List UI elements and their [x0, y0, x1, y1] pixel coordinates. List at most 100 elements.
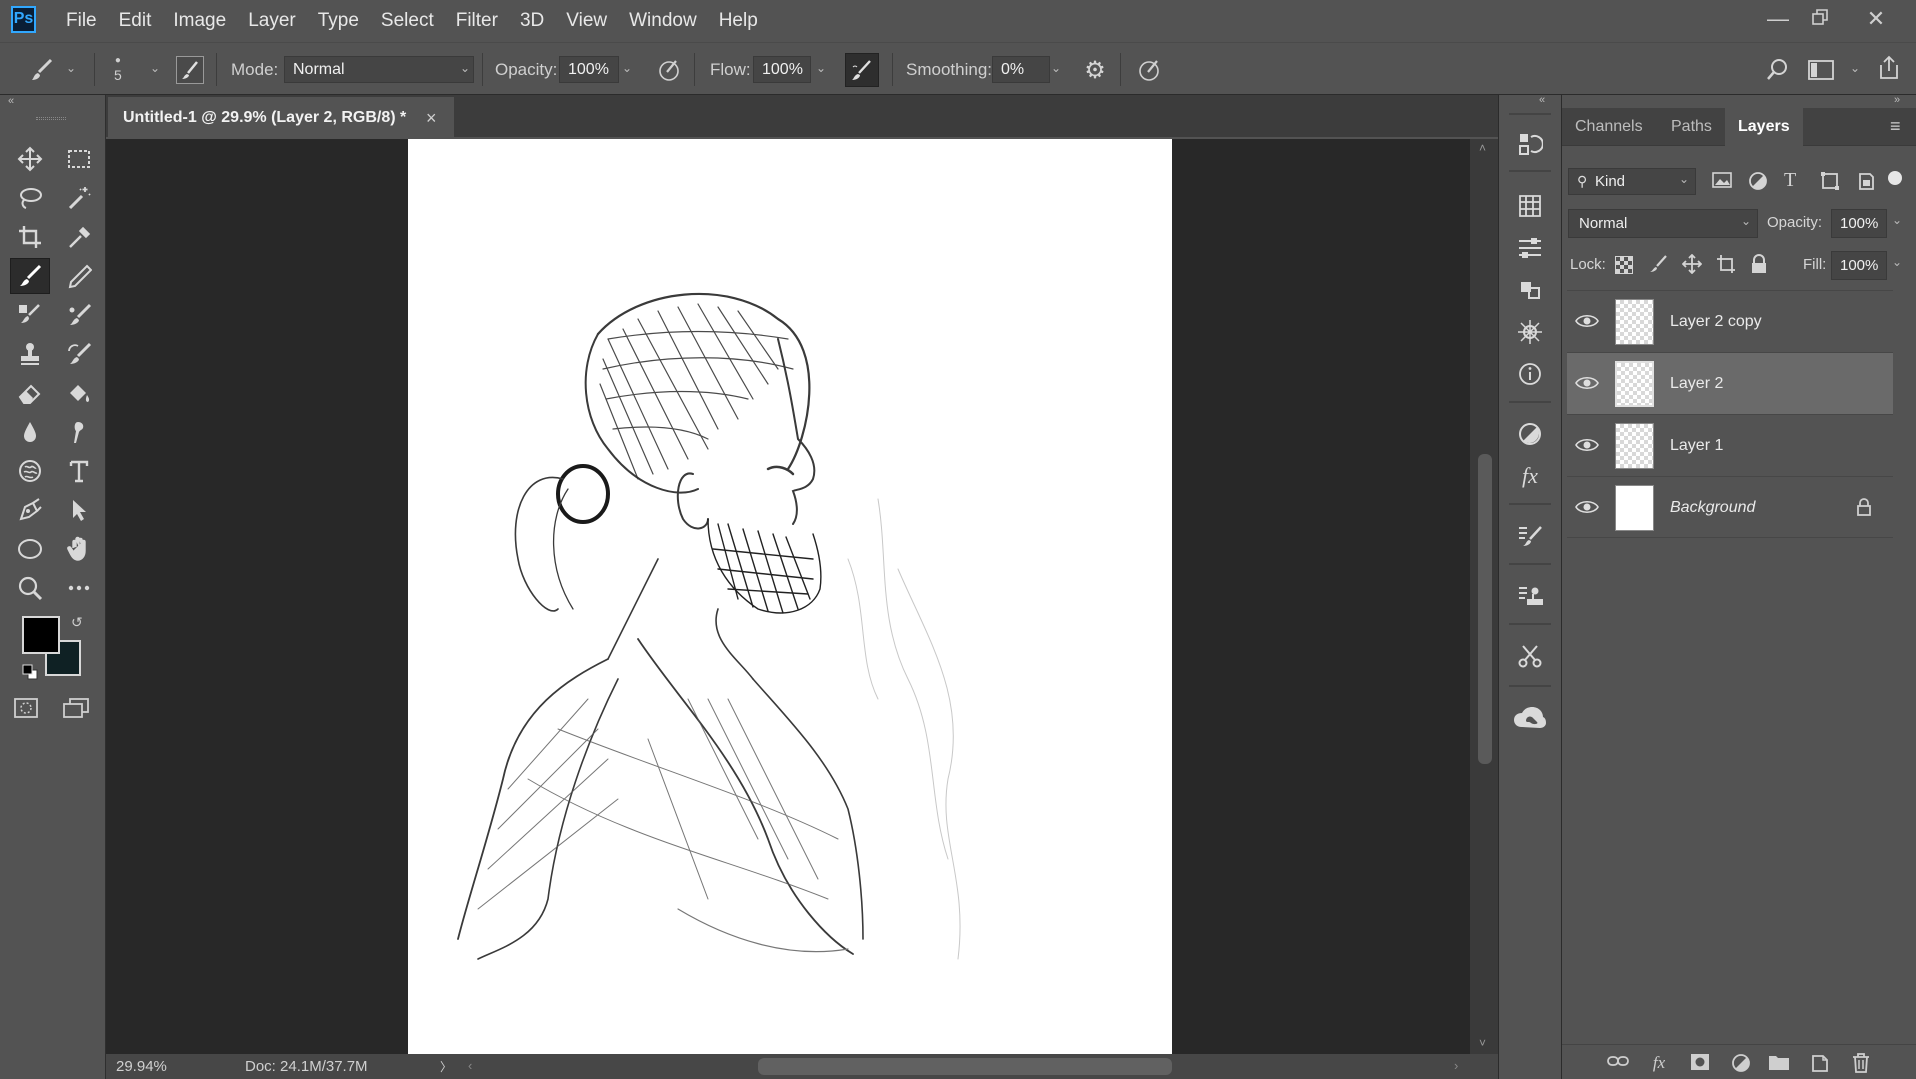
menu-edit[interactable]: Edit	[119, 10, 152, 32]
layer-name[interactable]: Layer 2	[1670, 353, 1723, 415]
opacity-field[interactable]: 100%	[559, 56, 619, 83]
new-adjustment-layer-icon[interactable]	[1730, 1053, 1752, 1073]
quick-mask-icon[interactable]	[13, 697, 41, 721]
visibility-eye-icon[interactable]	[1575, 497, 1599, 517]
delete-layer-trash-icon[interactable]	[1850, 1053, 1872, 1073]
scroll-left-icon[interactable]: ‹	[468, 1058, 472, 1073]
status-more-icon[interactable]: 〉	[440, 1058, 452, 1075]
smoothing-dropdown-icon[interactable]: ⌄	[1047, 61, 1065, 75]
mode-dropdown-icon[interactable]: ⌄	[456, 61, 474, 75]
zoom-tool-icon[interactable]	[10, 570, 50, 606]
airbrush-icon[interactable]	[845, 53, 879, 87]
properties-icon[interactable]	[1507, 229, 1553, 267]
hand-tool-icon[interactable]	[59, 531, 99, 567]
layer-row[interactable]: Background	[1567, 476, 1893, 538]
menu-help[interactable]: Help	[719, 10, 758, 32]
menu-type[interactable]: Type	[318, 10, 359, 32]
brush-preset-dropdown-icon[interactable]: ⌄	[62, 61, 80, 75]
opacity-dropdown-icon[interactable]: ⌄	[618, 61, 636, 75]
menu-image[interactable]: Image	[173, 10, 226, 32]
visibility-eye-icon[interactable]	[1575, 311, 1599, 331]
blend-mode-select[interactable]: Normal ⌄	[1568, 209, 1758, 238]
collapse-toolbar-icon[interactable]: «	[8, 95, 14, 107]
brush-size-dropdown-icon[interactable]: ⌄	[146, 61, 164, 75]
visibility-eye-icon[interactable]	[1575, 373, 1599, 393]
scroll-down-icon[interactable]: ˅	[1479, 1036, 1486, 1050]
restore-icon[interactable]	[1800, 4, 1840, 34]
close-tab-icon[interactable]: ×	[426, 97, 437, 139]
path-selection-tool-icon[interactable]	[59, 492, 99, 528]
move-tool-icon[interactable]	[10, 141, 50, 177]
pencil-tool-icon[interactable]	[59, 258, 99, 294]
info-icon[interactable]	[1507, 355, 1553, 393]
marquee-tool-icon[interactable]	[59, 141, 99, 177]
brush-settings-panel-icon[interactable]	[176, 56, 204, 84]
pen-tool-icon[interactable]	[10, 492, 50, 528]
flow-field[interactable]: 100%	[753, 56, 811, 83]
minimize-icon[interactable]: —	[1758, 4, 1798, 34]
layer-row[interactable]: Layer 1	[1567, 414, 1893, 476]
magic-wand-tool-icon[interactable]	[59, 180, 99, 216]
layer-row-selected[interactable]: Layer 2	[1567, 352, 1893, 414]
brush-preset-icon[interactable]	[24, 53, 60, 87]
document-tab[interactable]: Untitled-1 @ 29.9% (Layer 2, RGB/8) * ×	[108, 97, 454, 139]
filter-adjustment-icon[interactable]	[1748, 171, 1770, 193]
crop-tool-icon[interactable]	[10, 219, 50, 255]
scroll-right-icon[interactable]: ›	[1454, 1058, 1458, 1073]
share-icon[interactable]	[1874, 53, 1904, 83]
new-group-folder-icon[interactable]	[1768, 1053, 1790, 1073]
panel-menu-icon[interactable]: ≡	[1890, 116, 1908, 137]
eraser-tool-icon[interactable]	[10, 375, 50, 411]
layer-style-fx-icon[interactable]: fx	[1648, 1053, 1670, 1073]
menu-view[interactable]: View	[566, 10, 607, 32]
ellipse-tool-icon[interactable]	[10, 531, 50, 567]
smoothing-field[interactable]: 0%	[992, 56, 1050, 83]
scroll-up-icon[interactable]: ˄	[1479, 141, 1486, 155]
paint-bucket-tool-icon[interactable]	[59, 375, 99, 411]
tab-paths[interactable]: Paths	[1658, 108, 1725, 146]
history-brush-tool-icon[interactable]	[59, 336, 99, 372]
layer-name[interactable]: Layer 2 copy	[1670, 291, 1762, 353]
menu-filter[interactable]: Filter	[456, 10, 498, 32]
clone-source-icon[interactable]	[1507, 577, 1553, 615]
tool-presets-icon[interactable]	[1507, 637, 1553, 675]
layer-thumbnail[interactable]	[1615, 485, 1654, 531]
document-canvas[interactable]	[408, 139, 1172, 1054]
layer-thumbnail[interactable]	[1615, 361, 1654, 407]
brush-tool-icon[interactable]	[10, 258, 50, 294]
swatches-icon[interactable]	[1507, 187, 1553, 225]
workspace-dropdown-icon[interactable]: ⌄	[1846, 61, 1864, 75]
menu-file[interactable]: File	[66, 10, 97, 32]
filter-type-icon[interactable]: T	[1784, 169, 1806, 191]
styles-fx-icon[interactable]: fx	[1507, 457, 1553, 495]
menu-select[interactable]: Select	[381, 10, 434, 32]
filter-toggle-icon[interactable]	[1888, 171, 1902, 185]
workspace-icon[interactable]	[1806, 55, 1836, 85]
fill-field[interactable]: 100%	[1831, 251, 1887, 280]
layer-name[interactable]: Layer 1	[1670, 415, 1723, 477]
brush-settings-icon[interactable]	[1507, 517, 1553, 555]
filter-pixel-icon[interactable]	[1712, 171, 1734, 193]
navigator-icon[interactable]	[1507, 313, 1553, 351]
vertical-scrollbar[interactable]: ˄ ˅	[1470, 139, 1498, 1054]
brush-size-picker[interactable]: ● 5	[114, 43, 122, 96]
layer-name[interactable]: Background	[1670, 477, 1755, 539]
smoothing-options-gear-icon[interactable]: ⚙	[1080, 55, 1110, 85]
swap-colors-icon[interactable]: ↺	[71, 614, 83, 631]
zoom-level[interactable]: 29.94%	[116, 1058, 167, 1075]
creative-cloud-icon[interactable]	[1507, 699, 1553, 737]
mode-select[interactable]: Normal	[284, 56, 474, 83]
pressure-size-icon[interactable]	[1134, 55, 1164, 85]
toolbar-grip[interactable]	[36, 117, 66, 120]
blur-tool-icon[interactable]	[10, 414, 50, 450]
photoshop-logo-icon[interactable]: Ps	[11, 6, 36, 33]
collapse-dock-icon[interactable]: «	[1539, 94, 1545, 106]
eyedropper-tool-icon[interactable]	[59, 219, 99, 255]
vertical-scroll-thumb[interactable]	[1478, 454, 1492, 764]
mixer-brush-tool-icon[interactable]	[59, 297, 99, 333]
adjustments-icon[interactable]	[1507, 415, 1553, 453]
menu-layer[interactable]: Layer	[248, 10, 296, 32]
history-icon[interactable]	[1507, 125, 1553, 163]
lock-all-icon[interactable]	[1750, 254, 1772, 276]
layer-opacity-field[interactable]: 100%	[1831, 209, 1887, 238]
